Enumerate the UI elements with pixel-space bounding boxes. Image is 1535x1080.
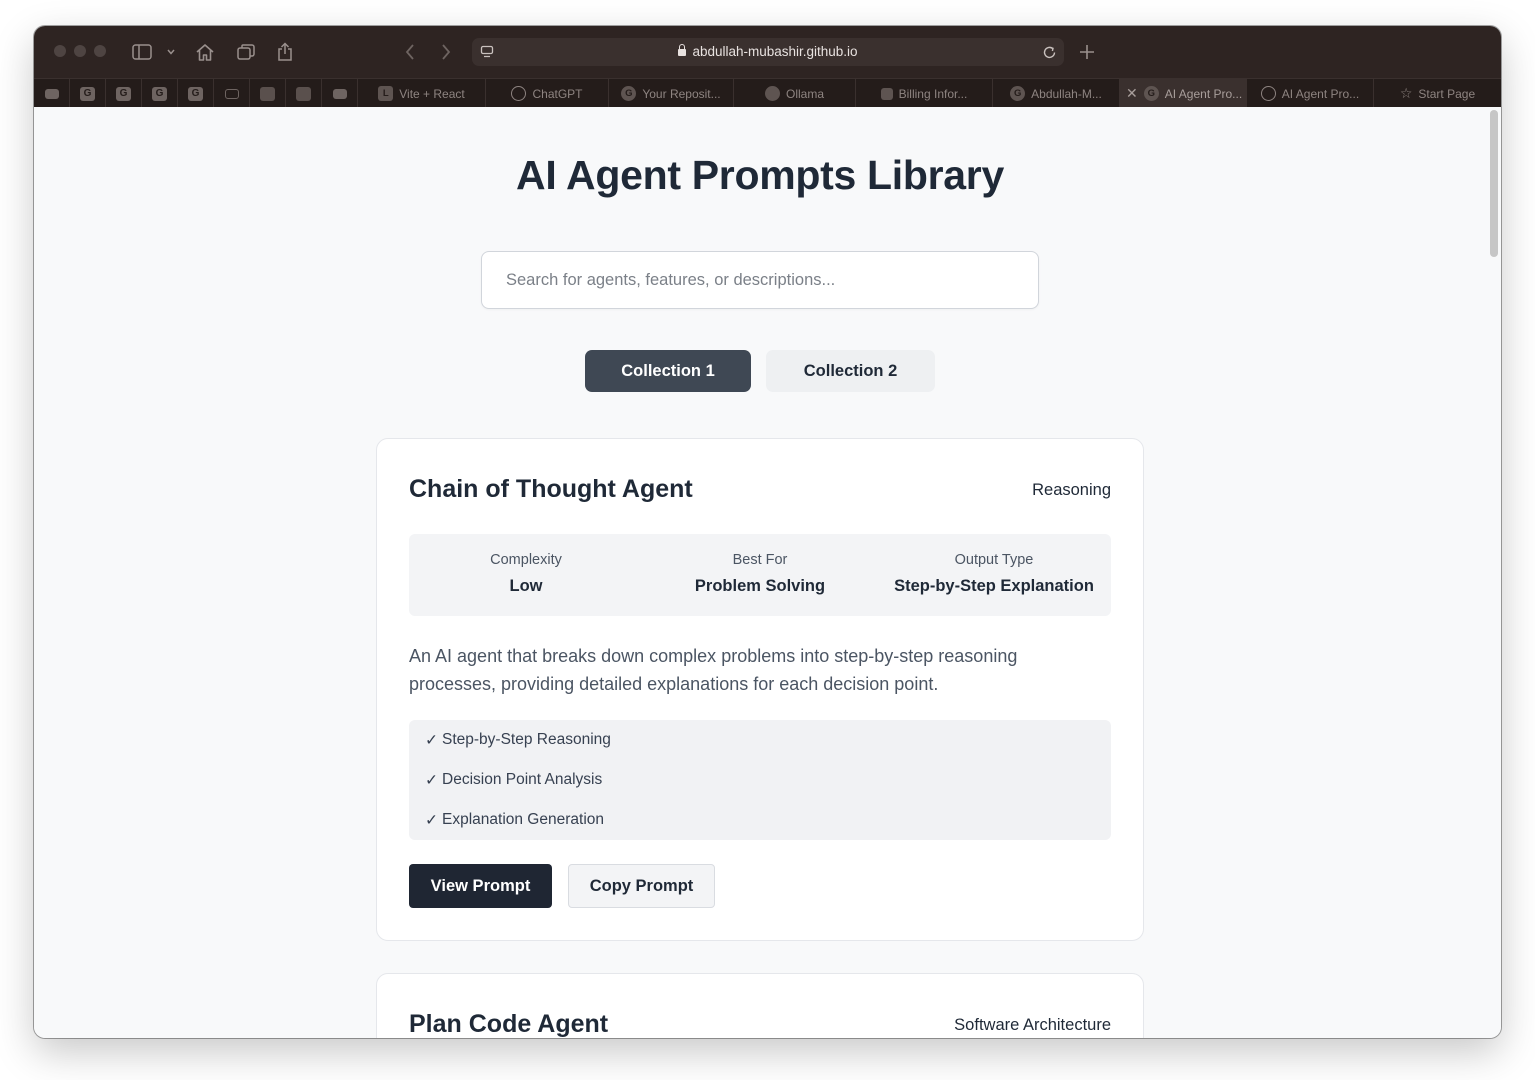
github-icon: G	[152, 86, 167, 101]
github-icon: G	[621, 86, 637, 101]
zoom-window-button[interactable]	[94, 45, 106, 57]
tab-bar: G G G G L Vite + React ChatGPT G Your Re…	[34, 78, 1501, 108]
chevron-down-icon[interactable]	[165, 40, 177, 64]
image-icon	[296, 86, 311, 101]
tab[interactable]: G Your Reposit...	[609, 79, 734, 108]
collection-2-button[interactable]: Collection 2	[766, 350, 935, 392]
back-icon[interactable]	[401, 40, 419, 64]
agent-card: Chain of Thought Agent Reasoning Complex…	[376, 438, 1144, 941]
agent-meta: Complexity Low Best For Problem Solving …	[409, 534, 1111, 616]
tab-overview-icon[interactable]	[235, 40, 257, 64]
pinned-tab[interactable]: G	[142, 79, 178, 108]
agent-description: An AI agent that breaks down complex pro…	[409, 646, 1018, 694]
chatgpt-icon	[511, 86, 527, 101]
github-icon: G	[80, 86, 95, 101]
search-input[interactable]	[481, 251, 1039, 309]
tab-active[interactable]: G AI Agent Pro...	[1120, 79, 1247, 108]
tab-favicon-icon: L	[378, 86, 394, 101]
pinned-tab[interactable]	[286, 79, 322, 108]
youtube-icon	[44, 88, 59, 99]
lock-icon	[678, 44, 687, 56]
agent-category: Software Architecture	[954, 1016, 1111, 1034]
tab[interactable]: AI Agent Pro...	[1247, 79, 1374, 108]
billing-icon	[880, 87, 893, 100]
share-icon[interactable]	[275, 40, 295, 64]
pinned-tab[interactable]	[34, 79, 70, 108]
collection-1-button[interactable]: Collection 1	[585, 350, 751, 392]
new-tab-icon[interactable]	[1077, 40, 1097, 64]
url-text[interactable]: abdullah-mubashir.github.io	[472, 44, 1064, 59]
check-icon: ✓	[425, 811, 438, 829]
agent-name: Plan Code Agent	[409, 1010, 609, 1038]
star-icon: ☆	[1399, 85, 1413, 101]
feature-item: ✓ Explanation Generation	[409, 800, 1111, 840]
page-title: AI Agent Prompts Library	[516, 152, 1004, 198]
image-icon	[260, 86, 275, 101]
tab[interactable]: Ollama	[734, 79, 856, 108]
tab[interactable]: L Vite + React	[358, 79, 486, 108]
github-icon: G	[1143, 86, 1159, 101]
address-bar[interactable]: abdullah-mubashir.github.io	[472, 38, 1064, 66]
meta-output-type: Output Type Step-by-Step Explanation	[894, 552, 1094, 595]
sidebar-icon[interactable]	[131, 40, 153, 64]
copy-prompt-button[interactable]: Copy Prompt	[568, 864, 715, 908]
agent-card: Plan Code Agent Software Architecture	[376, 973, 1144, 1038]
browser-toolbar: abdullah-mubashir.github.io	[34, 26, 1501, 78]
list-icon	[224, 88, 239, 99]
github-icon: G	[1010, 86, 1026, 101]
github-icon: G	[116, 86, 131, 101]
feature-item: ✓ Step-by-Step Reasoning	[409, 720, 1111, 760]
window-controls	[54, 45, 106, 57]
check-icon: ✓	[425, 731, 438, 749]
check-icon: ✓	[425, 771, 438, 789]
agent-name: Chain of Thought Agent	[409, 475, 693, 503]
tab[interactable]: G Abdullah-M...	[993, 79, 1120, 108]
view-prompt-button[interactable]: View Prompt	[409, 864, 552, 908]
feature-list: ✓ Step-by-Step Reasoning ✓ Decision Poin…	[409, 720, 1111, 840]
ollama-icon	[764, 86, 780, 101]
meta-best-for: Best For Problem Solving	[694, 552, 826, 595]
minimize-window-button[interactable]	[74, 45, 86, 57]
tab[interactable]: Billing Infor...	[856, 79, 993, 108]
pinned-tab[interactable]: G	[178, 79, 214, 108]
page-content: AI Agent Prompts Library Collection 1 Co…	[34, 107, 1501, 1038]
tab[interactable]: ChatGPT	[486, 79, 609, 108]
browser-window: abdullah-mubashir.github.io G G G G L Vi…	[34, 26, 1501, 1038]
pinned-tab[interactable]: G	[106, 79, 142, 108]
pinned-tab[interactable]: G	[70, 79, 106, 108]
home-icon[interactable]	[193, 40, 217, 64]
close-tab-icon[interactable]: ✕	[1126, 86, 1138, 100]
pinned-tab[interactable]	[322, 79, 358, 108]
github-icon: G	[188, 86, 203, 101]
pinned-tab[interactable]	[214, 79, 250, 108]
scrollbar[interactable]	[1490, 110, 1498, 257]
pinned-tab[interactable]	[250, 79, 286, 108]
meta-complexity: Complexity Low	[490, 552, 562, 595]
reload-icon[interactable]	[1040, 42, 1058, 62]
feature-item: ✓ Decision Point Analysis	[409, 760, 1111, 800]
close-window-button[interactable]	[54, 45, 66, 57]
tab[interactable]: ☆ Start Page	[1374, 79, 1501, 108]
compass-icon	[1260, 86, 1276, 101]
forward-icon[interactable]	[437, 40, 455, 64]
youtube-icon	[332, 88, 347, 99]
agent-category: Reasoning	[1032, 481, 1111, 499]
